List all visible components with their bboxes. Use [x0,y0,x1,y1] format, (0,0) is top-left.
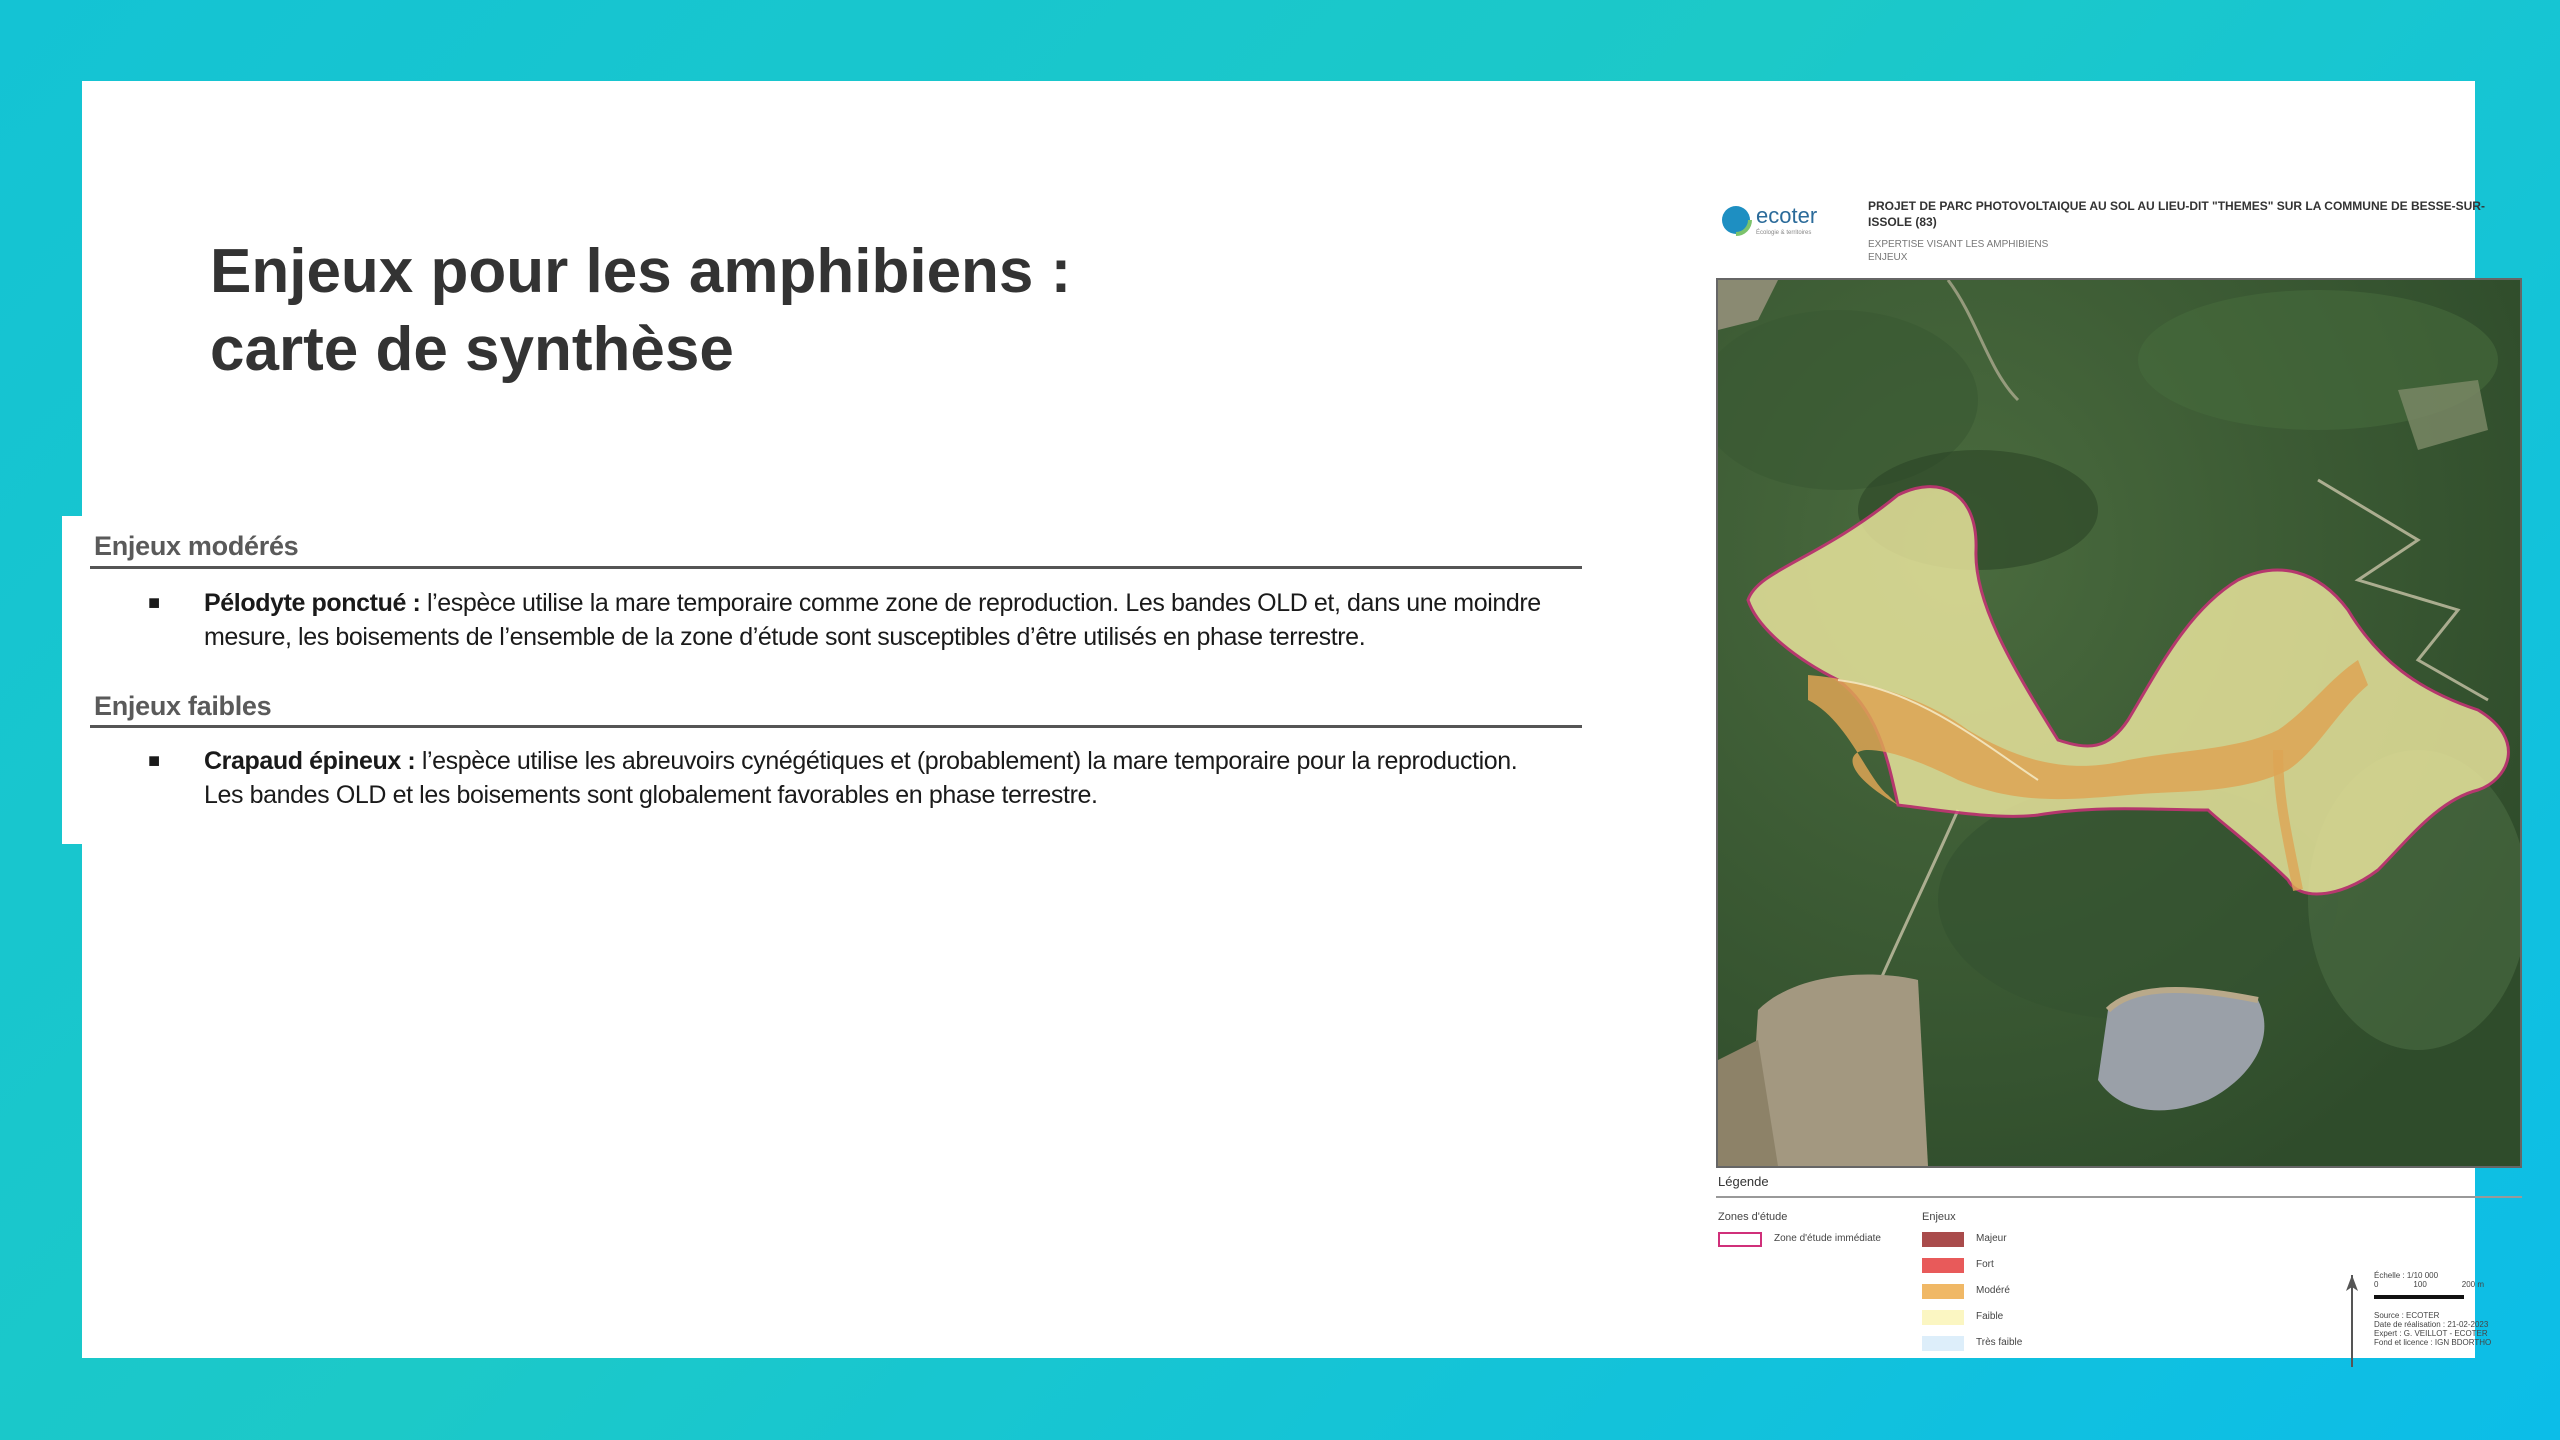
bullet-text-2a: l’espèce utilise les abreuvoirs cynégéti… [415,747,1518,775]
bullet-text-2b: Les bandes OLD et les boisements sont gl… [204,781,1098,809]
scale-ticks: 0 100 200 m [2374,1280,2484,1289]
legend-enjeux-heading: Enjeux [1922,1211,1956,1223]
bullet-mark: ■ [148,592,160,614]
scale-tick-1: 100 [2413,1280,2427,1289]
legend-divider [1716,1196,2522,1198]
bullet-body: Pélodyte ponctué : l’espèce utilise la m… [204,586,1548,654]
date-line: Date de réalisation : 21-02-2023 [2374,1320,2489,1329]
ecoter-logo-icon: ecoter Écologie & territoires [1720,203,1817,236]
bullet-text-1a: l’espèce utilise la mare temporaire comm… [420,589,1541,617]
map-sheet: ecoter Écologie & territoires PROJET DE … [1702,186,2522,1386]
legend-zone-swatch [1718,1232,1762,1247]
scale-label: Échelle : 1/10 000 [2374,1271,2439,1280]
scale-bar [2374,1295,2464,1299]
scale-and-credits: Échelle : 1/10 000 0 100 200 m Source : … [2374,1271,2491,1347]
project-subtitle: EXPERTISE VISANT LES AMPHIBIENS ENJEUX [1868,238,2048,264]
bullet-crapaud: ■ Crapaud épineux : l’espèce utilise les… [148,744,1548,812]
title-line-2: carte de synthèse [210,315,734,384]
legend-swatch-majeur [1922,1232,1964,1247]
species-pelodyte: Pélodyte ponctué : [204,589,421,617]
agricultural-field [1748,974,1928,1166]
bullet-text-1b: mesure, les boisements de l’ensemble de … [204,623,1366,651]
legend-zone-label: Zone d'étude immédiate [1774,1233,1881,1244]
legend-label-fort: Fort [1976,1259,1994,1270]
expert-line: Expert : G. VEILLOT - ECOTER [2374,1329,2488,1338]
scale-tick-2: 200 m [2461,1280,2484,1289]
legend-label-tres-faible: Très faible [1976,1337,2023,1348]
legend-label-majeur: Majeur [1976,1233,2007,1244]
legend-swatch-tres-faible [1922,1336,1964,1351]
source-line: Source : ECOTER [2374,1311,2440,1320]
legend-swatch-faible [1922,1310,1964,1325]
section-rule-faibles [90,725,1582,728]
subtitle-line-1: EXPERTISE VISANT LES AMPHIBIENS [1868,239,2049,250]
slide-title: Enjeux pour les amphibiens : carte de sy… [210,233,1071,389]
legend-swatch-fort [1922,1258,1964,1273]
title-line-1: Enjeux pour les amphibiens : [210,237,1072,306]
scale-tick-0: 0 [2374,1280,2379,1289]
section-heading-faibles: Enjeux faibles [94,691,272,721]
north-arrow-icon [2346,1275,2358,1367]
enjeux-text-panel: Enjeux modérés ■ Pélodyte ponctué : l’es… [62,516,1582,844]
species-crapaud: Crapaud épineux : [204,747,416,775]
section-rule-moderes [90,566,1582,569]
project-title: PROJET DE PARC PHOTOVOLTAIQUE AU SOL AU … [1868,199,2485,229]
svg-text:Écologie & territoires: Écologie & territoires [1756,229,1811,236]
aerial-map-canvas [1718,280,2520,1166]
legend-swatch-modere [1922,1284,1964,1299]
ecoter-logo: ecoter Écologie & territoires [1716,196,1856,246]
legend-label-modere: Modéré [1976,1285,2010,1296]
legend-zones-heading: Zones d'étude [1718,1211,1788,1223]
section-heading-moderes: Enjeux modérés [94,531,299,561]
bullet-body: Crapaud épineux : l’espèce utilise les a… [204,744,1548,812]
legend-label-faible: Faible [1976,1311,2004,1322]
aerial-map[interactable] [1716,278,2522,1168]
bullet-mark: ■ [148,750,160,772]
subtitle-line-2: ENJEUX [1868,252,1908,263]
fond-line: Fond et licence : IGN BDORTHO [2374,1338,2492,1347]
bullet-pelodyte: ■ Pélodyte ponctué : l’espèce utilise la… [148,586,1548,654]
svg-text:ecoter: ecoter [1756,203,1817,228]
legend-title: Légende [1718,1174,1769,1189]
